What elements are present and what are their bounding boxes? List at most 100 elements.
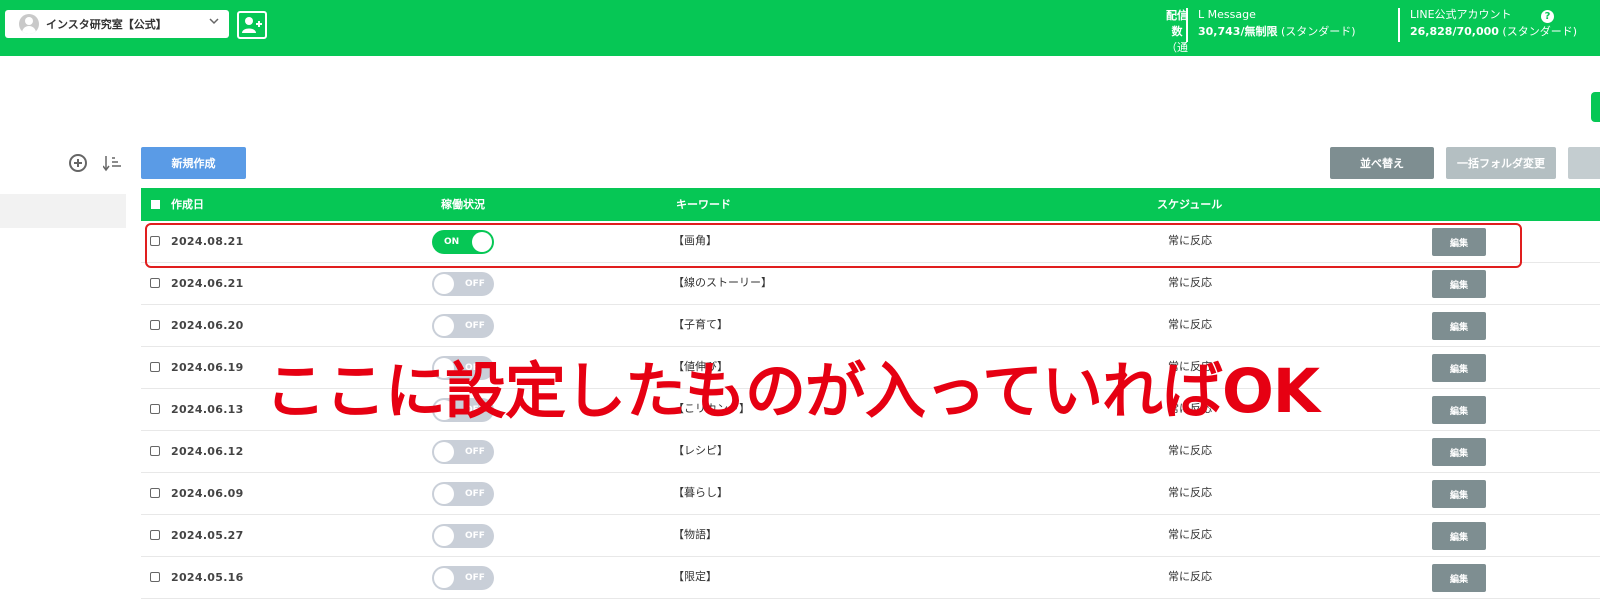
row-date: 2024.08.21 [171,235,244,248]
add-user-button[interactable] [237,11,267,39]
status-toggle[interactable]: OFF [432,566,494,590]
edit-button[interactable]: 編集 [1432,438,1486,466]
table-row: 2024.06.20 OFF 【子育て】 常に反応 編集 [141,305,1600,347]
row-schedule: 常に反応 [1168,570,1212,583]
toggle-knob [434,568,454,588]
row-date: 2024.06.09 [171,487,244,500]
row-keyword: 【線のストーリー】 [673,276,772,289]
toggle-label: OFF [465,279,485,289]
row-checkbox[interactable] [150,404,160,414]
row-date: 2024.06.13 [171,403,244,416]
status-toggle[interactable]: OFF [432,440,494,464]
line-account-plan: (スタンダード) [1502,25,1578,38]
status-toggle[interactable]: OFF [432,314,494,338]
row-schedule: 常に反応 [1168,318,1212,331]
account-select[interactable]: インスタ研究室【公式】 [5,10,229,38]
table-row: 2024.06.21 OFF 【線のストーリー】 常に反応 編集 [141,263,1600,305]
account-name: インスタ研究室【公式】 [46,18,167,31]
row-checkbox[interactable] [150,236,160,246]
help-icon[interactable]: ? [1541,10,1554,23]
toggle-label: OFF [465,531,485,541]
row-keyword: 【暮らし】 [673,486,728,499]
line-account-count: 26,828/70,000 [1410,25,1499,38]
toggle-knob [434,442,454,462]
line-account-label: LINE公式アカウント [1410,8,1512,21]
row-keyword: 【画角】 [673,234,717,247]
row-date: 2024.06.21 [171,277,244,290]
edit-button[interactable]: 編集 [1432,354,1486,382]
row-date: 2024.06.20 [171,319,244,332]
row-checkbox[interactable] [150,278,160,288]
header-created: 作成日 [171,198,204,211]
top-bar: インスタ研究室【公式】 配信数 （通数） L Message 30,743/無制… [0,0,1600,70]
toggle-label: OFF [465,573,485,583]
chevron-down-icon [209,18,219,25]
edit-button[interactable]: 編集 [1432,312,1486,340]
row-date: 2024.06.12 [171,445,244,458]
select-all-checkbox[interactable] [151,200,160,209]
toggle-label: OFF [465,489,485,499]
row-keyword: 【限定】 [673,570,717,583]
table-row: 2024.06.09 OFF 【暮らし】 常に反応 編集 [141,473,1600,515]
edit-button[interactable]: 編集 [1432,396,1486,424]
status-toggle[interactable]: OFF [432,524,494,548]
delivery-count-label: 配信数 （通数） [1166,8,1188,72]
status-toggle[interactable]: ON [432,230,494,254]
toggle-label: ON [444,237,460,247]
header-schedule: スケジュール [1157,198,1223,211]
status-toggle[interactable]: OFF [432,482,494,506]
row-schedule: 常に反応 [1168,528,1212,541]
header-keyword: キーワード [676,198,731,211]
table-row: 2024.05.16 OFF 【限定】 常に反応 編集 [141,557,1600,599]
toggle-knob [434,274,454,294]
row-schedule: 常に反応 [1168,486,1212,499]
toggle-label: OFF [465,447,485,457]
sort-icon[interactable] [103,154,123,172]
lmessage-stat: L Message 30,743/無制限 (スタンダード) [1198,6,1387,40]
edit-button[interactable]: 編集 [1432,522,1486,550]
stats-divider [1186,8,1188,42]
lmessage-count: 30,743/無制限 [1198,25,1278,38]
row-schedule: 常に反応 [1168,234,1212,247]
sidebar-folder-item[interactable] [0,194,126,228]
row-checkbox[interactable] [150,572,160,582]
toggle-knob [472,232,492,252]
row-checkbox[interactable] [150,446,160,456]
table-row: 2024.08.21 ON 【画角】 常に反応 編集 [141,221,1600,263]
toggle-knob [434,526,454,546]
sort-button[interactable]: 並べ替え [1330,147,1434,179]
row-date: 2024.05.27 [171,529,244,542]
row-keyword: 【物語】 [673,528,717,541]
row-date: 2024.05.16 [171,571,244,584]
row-keyword: 【子育て】 [673,318,728,331]
side-panel-tab[interactable] [1591,92,1600,122]
more-action-button[interactable] [1568,147,1600,179]
row-keyword: 【レシピ】 [673,444,728,457]
row-checkbox[interactable] [150,362,160,372]
edit-button[interactable]: 編集 [1432,480,1486,508]
edit-button[interactable]: 編集 [1432,564,1486,592]
new-button[interactable]: 新規作成 [141,147,246,179]
add-user-icon [242,17,262,33]
table-row: 2024.05.27 OFF 【物語】 常に反応 編集 [141,515,1600,557]
annotation-text: ここに設定したものが入っていればOK [265,356,1320,427]
stats-divider [1398,8,1400,42]
table-header: 作成日 稼働状況 キーワード スケジュール [141,188,1600,221]
lmessage-label: L Message [1198,8,1256,21]
add-folder-icon[interactable] [69,154,87,172]
row-checkbox[interactable] [150,530,160,540]
header-status: 稼働状況 [441,198,485,211]
toggle-label: OFF [465,321,485,331]
toggle-knob [434,316,454,336]
toggle-knob [434,484,454,504]
row-schedule: 常に反応 [1168,276,1212,289]
edit-button[interactable]: 編集 [1432,228,1486,256]
delivery-label-line1: 配信数 [1166,9,1188,38]
edit-button[interactable]: 編集 [1432,270,1486,298]
status-toggle[interactable]: OFF [432,272,494,296]
row-checkbox[interactable] [150,488,160,498]
row-date: 2024.06.19 [171,361,244,374]
delivery-label-line2: （通数） [1166,41,1188,70]
bulk-folder-change-button[interactable]: 一括フォルダ変更 [1446,147,1556,179]
row-checkbox[interactable] [150,320,160,330]
